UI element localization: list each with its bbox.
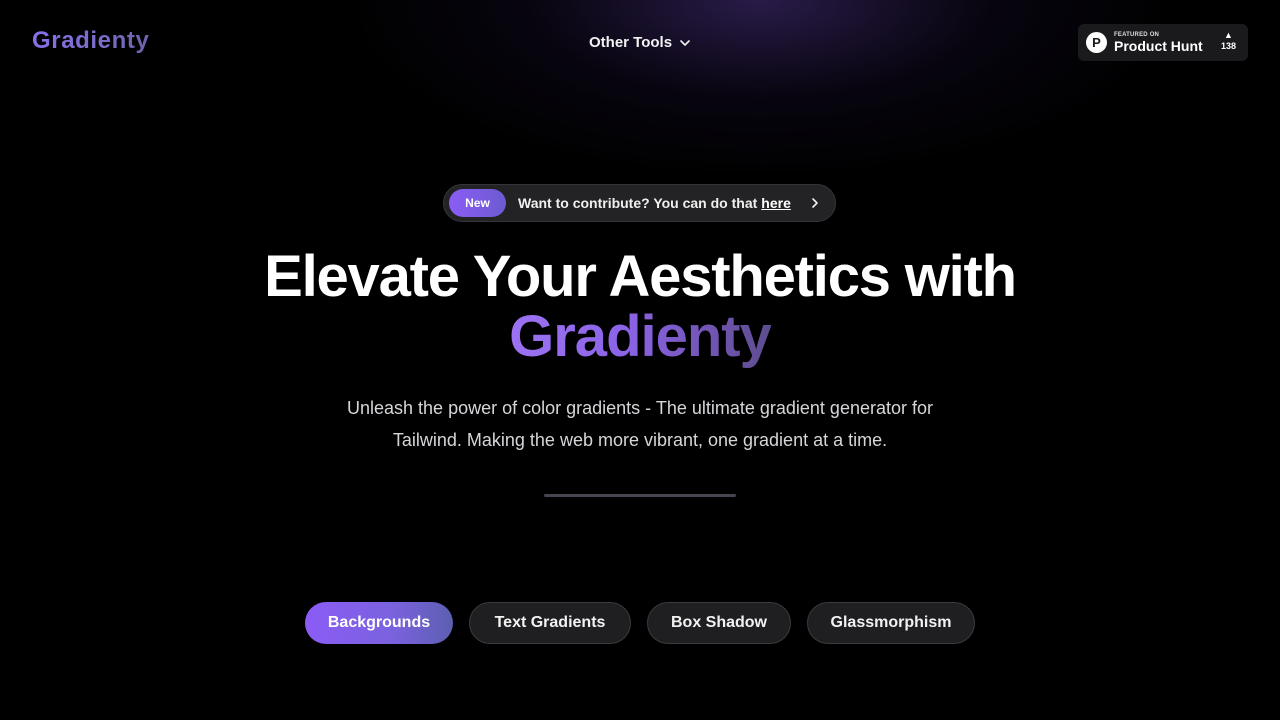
upvote-arrow-icon: ▲ (1224, 30, 1233, 40)
tab-glassmorphism[interactable]: Glassmorphism (807, 602, 975, 644)
chevron-down-icon (680, 39, 690, 46)
hero-subtitle: Unleash the power of color gradients - T… (310, 392, 970, 456)
hero-accent-text: Gradienty (509, 304, 772, 369)
product-hunt-votes: ▲ 138 (1221, 31, 1236, 51)
tab-box-shadow[interactable]: Box Shadow (647, 602, 791, 644)
vote-count: 138 (1220, 41, 1236, 51)
product-hunt-icon: P (1086, 32, 1107, 53)
hero-headline: Elevate Your Aesthetics with (264, 244, 1017, 309)
other-tools-dropdown[interactable]: Other Tools (589, 34, 692, 51)
announcement-message: Want to contribute? You can do that (518, 195, 758, 211)
tab-backgrounds[interactable]: Backgrounds (305, 602, 453, 644)
subtitle-line-2: Tailwind. Making the web more vibrant, o… (392, 430, 888, 450)
other-tools-label: Other Tools (589, 34, 673, 51)
subtitle-line-1: Unleash the power of color gradients - T… (347, 398, 933, 418)
announcement-text: Want to contribute? You can do that here (518, 195, 791, 211)
tab-text-gradients[interactable]: Text Gradients (469, 602, 631, 644)
new-badge: New (449, 189, 506, 217)
contribute-announcement[interactable]: New Want to contribute? You can do that h… (443, 184, 836, 222)
contribute-link[interactable]: here (761, 195, 791, 211)
chevron-right-icon (812, 198, 818, 208)
product-hunt-badge[interactable]: P FEATURED ON Product Hunt ▲ 138 (1078, 24, 1248, 61)
header: Gradienty Other Tools P FEATURED ON Prod… (0, 0, 1280, 86)
product-hunt-name: Product Hunt (1114, 38, 1203, 54)
category-tabs: Backgrounds Text Gradients Box Shadow Gl… (0, 602, 1280, 644)
page: Gradienty Other Tools P FEATURED ON Prod… (0, 0, 1280, 720)
logo[interactable]: Gradienty (32, 27, 149, 55)
divider (544, 494, 736, 497)
product-hunt-text: FEATURED ON Product Hunt (1114, 32, 1203, 53)
hero-headline-accent: Gradienty (0, 306, 1280, 368)
